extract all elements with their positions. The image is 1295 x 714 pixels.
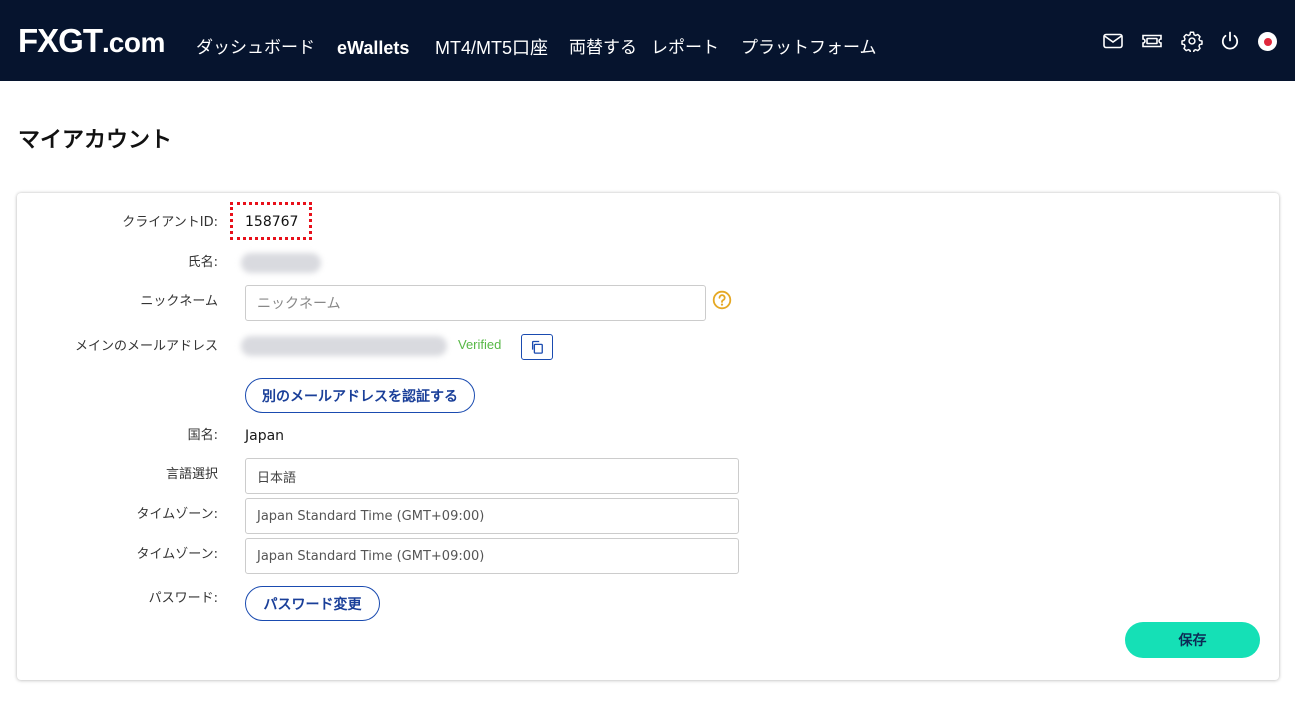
logo-tld: com [108, 27, 166, 58]
account-form-card: クライアントID: 158767 氏名: ニックネーム ニックネーム メインのメ… [17, 193, 1279, 680]
flag-sun [1263, 37, 1272, 46]
page-title: マイアカウント [18, 128, 173, 153]
timezone-select-2[interactable]: Japan Standard Time (GMT+09:00) [245, 538, 739, 574]
nav-exchange[interactable]: 両替する [569, 36, 637, 60]
password-label: パスワード: [148, 591, 218, 606]
timezone-label-2: タイムゾーン: [136, 547, 218, 562]
copy-email-button[interactable] [521, 334, 553, 360]
full-name-label: 氏名: [187, 255, 218, 270]
save-button[interactable]: 保存 [1125, 622, 1260, 658]
verify-another-email-button[interactable]: 別のメールアドレスを認証する [245, 378, 475, 413]
ticket-icon[interactable] [1141, 30, 1163, 52]
fxgt-logo[interactable]: FX G T. com [18, 24, 165, 58]
client-id-label: クライアントID: [122, 215, 218, 230]
logo-dot: . [102, 27, 110, 58]
timezone-select[interactable]: Japan Standard Time (GMT+09:00) [245, 498, 739, 534]
nav-reports[interactable]: レポート [651, 36, 719, 60]
copy-icon [531, 340, 543, 354]
language-label: 言語選択 [165, 467, 218, 482]
nickname-label: ニックネーム [140, 294, 218, 309]
nickname-input[interactable]: ニックネーム [245, 285, 706, 321]
main-email-value-redacted [241, 336, 447, 356]
logo-t: T [82, 22, 103, 59]
gear-icon[interactable] [1181, 30, 1203, 52]
nav-dashboard[interactable]: ダッシュボード [196, 36, 315, 60]
power-icon[interactable] [1219, 30, 1241, 52]
japan-flag-icon[interactable] [1258, 32, 1277, 51]
top-navigation-bar: FX G T. com ダッシュボード eWallets MT4/MT5口座 両替する… [0, 0, 1295, 81]
help-icon[interactable] [712, 290, 732, 310]
nav-ewallets[interactable]: eWallets [337, 36, 409, 60]
client-id-value: 158767 [245, 214, 299, 230]
logo-fx: FX [18, 22, 59, 59]
language-select[interactable]: 日本語 [245, 458, 739, 494]
timezone-label: タイムゾーン: [136, 507, 218, 522]
verified-status: Verified [458, 337, 502, 352]
mail-icon[interactable] [1102, 30, 1124, 52]
main-email-label: メインのメールアドレス [74, 339, 218, 354]
change-password-button[interactable]: パスワード変更 [245, 586, 380, 621]
nav-mt4-mt5-accounts[interactable]: MT4/MT5口座 [435, 36, 548, 60]
logo-g: G [58, 22, 84, 59]
nav-platforms[interactable]: プラットフォーム [741, 36, 877, 60]
country-label: 国名: [187, 428, 218, 443]
full-name-value-redacted [241, 253, 321, 273]
country-value: Japan [245, 428, 285, 444]
